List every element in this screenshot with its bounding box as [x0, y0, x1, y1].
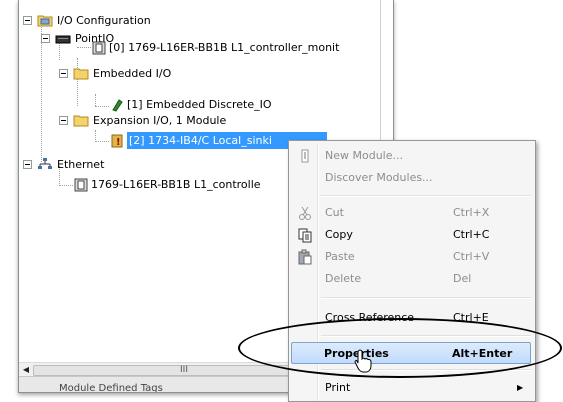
tree-line [41, 22, 42, 162]
menu-separator [321, 195, 531, 197]
menu-item-label: Paste [325, 250, 355, 263]
module-icon [74, 178, 88, 192]
menu-item-label: Cut [325, 206, 344, 219]
menu-item-label: Discover Modules... [325, 171, 433, 184]
tree-item-label: Embedded I/O [93, 67, 172, 80]
menu-item-label: New Module... [325, 149, 403, 162]
tree-line [95, 141, 109, 142]
collapse-icon[interactable] [23, 16, 32, 25]
collapse-icon[interactable] [59, 116, 68, 125]
collapse-icon[interactable] [23, 160, 32, 169]
tree-line [95, 94, 96, 106]
new-module-icon [301, 149, 309, 163]
tree-line [95, 106, 109, 107]
tree-item-label: I/O Configuration [57, 14, 151, 27]
menu-item-shortcut: Ctrl+V [453, 250, 490, 263]
menu-item-shortcut: Ctrl+X [453, 206, 490, 219]
menu-item-cut[interactable]: Cut Ctrl+X [291, 202, 531, 224]
paste-icon [298, 249, 312, 265]
hand-cursor-icon [354, 349, 372, 373]
menu-item-discover-modules[interactable]: Discover Modules... [291, 167, 531, 189]
menu-item-shortcut: Ctrl+C [453, 228, 490, 241]
menu-item-label: Delete [325, 272, 362, 285]
warning-module-icon: ! [111, 134, 123, 148]
tree-line [59, 185, 73, 186]
highlight-ellipse [238, 318, 562, 378]
copy-icon [298, 228, 312, 243]
tree-item-label: Expansion I/O, 1 Module [93, 114, 227, 127]
menu-item-copy[interactable]: Copy Ctrl+C [291, 224, 531, 246]
tree-item-label: [0] 1769-L16ER-BB1B L1_controller_monit [109, 41, 340, 54]
io-module-icon [112, 99, 123, 112]
tree-item-label: Ethernet [57, 158, 105, 171]
menu-item-paste[interactable]: Paste Ctrl+V [291, 246, 531, 268]
submenu-arrow-icon: ▶ [517, 383, 524, 392]
svg-text:!: ! [116, 137, 121, 148]
collapse-icon[interactable] [59, 69, 68, 78]
collapse-icon[interactable] [41, 34, 50, 43]
tree-item-label: 1769-L16ER-BB1B L1_controlle [91, 178, 261, 191]
menu-item-new-module[interactable]: New Module... [291, 145, 531, 167]
menu-item-label: Copy [325, 228, 353, 241]
cut-icon [299, 206, 311, 220]
module-icon [92, 41, 106, 55]
menu-separator [321, 297, 531, 299]
folder-icon [73, 68, 89, 80]
scroll-left-icon[interactable]: ◀ [21, 365, 31, 375]
tree-line [77, 47, 91, 48]
folder-icon [73, 115, 89, 127]
network-icon [38, 158, 52, 169]
menu-item-label: Print [325, 381, 351, 394]
menu-item-shortcut: Del [453, 272, 472, 285]
folder-icon [37, 15, 53, 27]
backplane-icon [55, 35, 71, 44]
menu-item-delete[interactable]: Delete Del [291, 268, 531, 290]
tree-item-label: [1] Embedded Discrete_IO [127, 98, 272, 111]
menu-item-print[interactable]: Print ▶ [291, 377, 531, 399]
bottom-strip-label: Module Defined Tags [59, 383, 163, 393]
